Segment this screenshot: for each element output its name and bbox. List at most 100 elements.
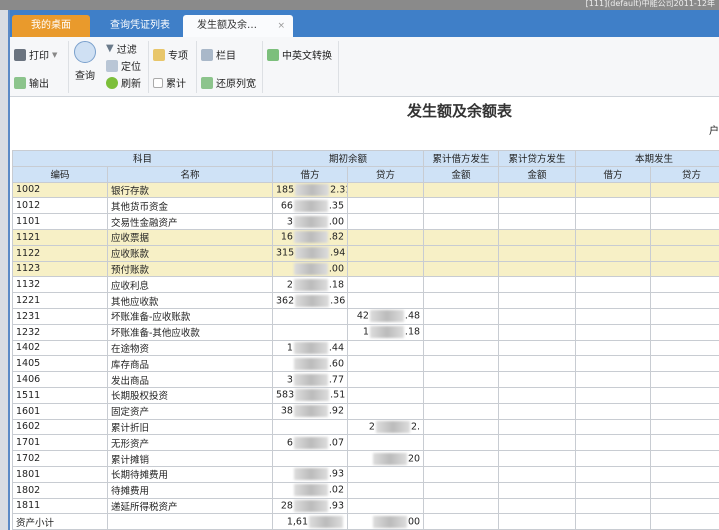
account-name[interactable]: 坏账准备-其他应收款 <box>106 323 274 341</box>
account-code[interactable]: 1511 <box>12 386 108 404</box>
amount-cell[interactable] <box>650 465 719 483</box>
amount-cell[interactable] <box>423 197 500 215</box>
opening-debit[interactable]: 583.51 <box>272 386 349 404</box>
amount-cell[interactable] <box>498 213 577 230</box>
header-period-credit[interactable]: 贷方 <box>650 165 719 183</box>
amount-cell[interactable] <box>650 497 719 515</box>
opening-debit[interactable]: 315.94 <box>272 244 349 262</box>
amount-cell[interactable] <box>575 339 652 357</box>
header-cumulative-credit[interactable]: 累计贷方发生 <box>498 150 577 167</box>
amount-cell[interactable] <box>650 292 719 309</box>
amount-cell[interactable] <box>423 292 500 309</box>
header-opening-balance[interactable]: 期初余额 <box>272 150 425 167</box>
amount-cell[interactable] <box>498 497 577 515</box>
account-code[interactable]: 1122 <box>12 244 108 262</box>
amount-cell[interactable] <box>423 339 500 357</box>
opening-credit[interactable]: 2 2. <box>347 418 425 436</box>
account-code[interactable]: 1402 <box>12 339 108 357</box>
cumulative-checkbox[interactable]: 累计 <box>153 75 186 90</box>
amount-cell[interactable] <box>423 181 500 199</box>
header-subject[interactable]: 科目 <box>11 150 274 167</box>
amount-cell[interactable] <box>575 481 652 499</box>
account-name[interactable]: 预付账款 <box>106 260 274 278</box>
filter-button[interactable]: ▼ 过滤 <box>106 41 137 56</box>
amount-cell[interactable] <box>575 181 652 199</box>
amount-cell[interactable] <box>498 418 577 436</box>
account-code[interactable]: 资产小计 <box>12 513 108 530</box>
amount-cell[interactable] <box>575 465 652 483</box>
amount-cell[interactable] <box>423 260 500 278</box>
table-row[interactable]: 1121 应收票据 16.82 <box>12 228 719 246</box>
opening-credit[interactable] <box>347 181 425 199</box>
amount-cell[interactable] <box>575 292 652 309</box>
amount-cell[interactable] <box>575 450 652 467</box>
table-row[interactable]: 1702 累计摊销 20 <box>12 450 719 467</box>
opening-debit[interactable]: 66.35 <box>272 197 349 215</box>
header-name[interactable]: 名称 <box>106 165 274 183</box>
amount-cell[interactable] <box>498 181 577 199</box>
amount-cell[interactable] <box>498 323 577 341</box>
tab-balance-report[interactable]: 发生额及余… × <box>183 15 293 37</box>
amount-cell[interactable] <box>650 371 719 388</box>
export-button[interactable]: 输出 <box>14 75 49 90</box>
opening-credit[interactable] <box>347 244 425 262</box>
table-row[interactable]: 1801 长期待摊费用 .93 <box>12 465 719 483</box>
amount-cell[interactable] <box>498 434 577 452</box>
table-row[interactable]: 1811 递延所得税资产 28.93 <box>12 497 719 515</box>
opening-credit[interactable] <box>347 276 425 294</box>
amount-cell[interactable] <box>498 228 577 246</box>
amount-cell[interactable] <box>423 465 500 483</box>
account-name[interactable]: 长期待摊费用 <box>106 465 274 483</box>
opening-debit[interactable]: .60 <box>272 355 349 373</box>
amount-cell[interactable] <box>498 402 577 420</box>
columns-button[interactable]: 栏目 <box>201 47 236 62</box>
opening-credit[interactable] <box>347 497 425 515</box>
amount-cell[interactable] <box>498 307 577 325</box>
opening-credit[interactable] <box>347 228 425 246</box>
opening-credit[interactable] <box>347 465 425 483</box>
amount-cell[interactable] <box>423 276 500 294</box>
header-cumulative-debit[interactable]: 累计借方发生 <box>423 150 500 167</box>
amount-cell[interactable] <box>650 339 719 357</box>
account-name[interactable]: 固定资产 <box>106 402 274 420</box>
amount-cell[interactable] <box>498 371 577 388</box>
opening-credit[interactable] <box>347 260 425 278</box>
amount-cell[interactable] <box>575 260 652 278</box>
table-row[interactable]: 1511 长期股权投资 583.51 <box>12 386 719 404</box>
opening-credit[interactable]: 42.48 <box>347 307 425 325</box>
amount-cell[interactable] <box>498 339 577 357</box>
amount-cell[interactable] <box>575 355 652 373</box>
account-name[interactable]: 累计折旧 <box>106 418 274 436</box>
close-icon[interactable]: × <box>277 15 285 37</box>
amount-cell[interactable] <box>650 434 719 452</box>
table-row[interactable]: 1123 预付账款 .00 <box>12 260 719 278</box>
opening-credit[interactable] <box>347 434 425 452</box>
table-row[interactable]: 1101 交易性金融资产 3.00 <box>12 213 719 230</box>
opening-debit[interactable] <box>272 450 349 467</box>
refresh-button[interactable]: 刷新 <box>106 75 141 90</box>
amount-cell[interactable] <box>650 450 719 467</box>
opening-debit[interactable]: 6.07 <box>272 434 349 452</box>
account-name[interactable]: 待摊费用 <box>106 481 274 499</box>
amount-cell[interactable] <box>575 197 652 215</box>
table-row[interactable]: 1405 库存商品 .60 <box>12 355 719 373</box>
header-opening-credit[interactable]: 贷方 <box>347 165 425 183</box>
header-period-debit[interactable]: 借方 <box>575 165 652 183</box>
account-name[interactable]: 应收利息 <box>106 276 274 294</box>
table-row[interactable]: 1402 在途物资 1.44 <box>12 339 719 357</box>
account-code[interactable]: 1123 <box>12 260 108 278</box>
account-name[interactable]: 其他应收款 <box>106 292 274 309</box>
amount-cell[interactable] <box>650 513 719 530</box>
table-row[interactable]: 1132 应收利息 2.18 <box>12 276 719 294</box>
account-code[interactable]: 1802 <box>12 481 108 499</box>
amount-cell[interactable] <box>423 228 500 246</box>
account-code[interactable]: 1101 <box>12 213 108 230</box>
account-name[interactable]: 坏账准备-应收账款 <box>106 307 274 325</box>
opening-credit[interactable] <box>347 355 425 373</box>
tab-voucher-list[interactable]: 查询凭证列表 <box>90 15 190 37</box>
account-name[interactable]: 递延所得税资产 <box>106 497 274 515</box>
header-current-period[interactable]: 本期发生 <box>575 150 719 167</box>
amount-cell[interactable] <box>650 244 719 262</box>
account-code[interactable]: 1702 <box>12 450 108 467</box>
opening-debit[interactable] <box>272 307 349 325</box>
